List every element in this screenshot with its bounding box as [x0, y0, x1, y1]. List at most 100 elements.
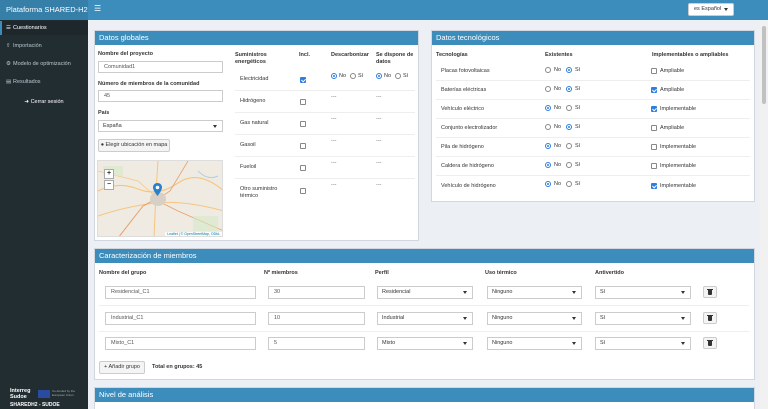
panel-title: Datos tecnológicos	[432, 31, 754, 45]
decarb-no-radio[interactable]	[331, 73, 337, 79]
implementable-checkbox[interactable]	[651, 125, 657, 131]
group-members-input[interactable]: 10	[268, 312, 365, 325]
avail-value: ---	[376, 94, 382, 100]
list-icon: ☰	[6, 25, 11, 31]
thermal-use-select[interactable]: Ninguno	[487, 337, 582, 350]
decarb-value: ---	[331, 138, 337, 144]
trash-icon[interactable]	[703, 337, 717, 349]
antivertido-select[interactable]: Sí	[595, 286, 691, 299]
existing-no-radio[interactable]	[545, 67, 551, 73]
supply-include-checkbox[interactable]	[300, 99, 306, 105]
supply-include-checkbox[interactable]	[300, 77, 306, 83]
group-members-input[interactable]: 30	[268, 286, 365, 299]
choose-map-location-button[interactable]: ● Elegir ubicación en mapa	[98, 139, 170, 152]
decarb-value: ---	[331, 182, 337, 188]
antivertido-select[interactable]: Sí	[595, 312, 691, 325]
profile-select[interactable]: Mixto	[377, 337, 473, 350]
existing-no-radio[interactable]	[545, 86, 551, 92]
tech-name: Conjunto electrolizador	[441, 125, 498, 131]
top-bar	[0, 0, 768, 20]
supply-name: Gasoil	[240, 142, 256, 148]
supplies-header-name: Suministros energéticos	[235, 52, 267, 65]
profile-select[interactable]: Industrial	[377, 312, 473, 325]
implementable-label: Implementable	[660, 144, 697, 150]
country-select[interactable]: España	[98, 120, 223, 132]
radio-label: No	[554, 67, 562, 73]
existing-si-radio[interactable]	[566, 105, 572, 111]
trash-icon[interactable]	[703, 312, 717, 324]
existing-no-radio[interactable]	[545, 181, 551, 187]
thermal-use-select[interactable]: Ninguno	[487, 312, 582, 325]
row-divider	[99, 305, 749, 306]
implementable-checkbox[interactable]	[651, 68, 657, 74]
radio-label: Sí	[575, 105, 581, 111]
chevron-down-icon	[572, 342, 576, 345]
avail-no-radio[interactable]	[376, 73, 382, 79]
existing-no-radio[interactable]	[545, 143, 551, 149]
logout-link[interactable]: ➜ Cerrar sesión	[0, 99, 88, 105]
decarb-value: ---	[331, 94, 337, 100]
profile-select[interactable]: Residencial	[377, 286, 473, 299]
project-name-label: Nombre del proyecto	[98, 51, 154, 57]
existing-no-radio[interactable]	[545, 124, 551, 130]
chevron-down-icon	[724, 8, 728, 11]
sidebar-item-resultados[interactable]: ▤ Resultados	[0, 75, 88, 89]
eu-cofunded-text: Co-funded by the European Union	[52, 389, 76, 397]
thermal-use-value: Ninguno	[492, 315, 513, 321]
sidebar-item-label: Importación	[13, 43, 42, 49]
members-count-input[interactable]: 45	[98, 90, 223, 102]
existing-si-radio[interactable]	[566, 124, 572, 130]
existing-si-radio[interactable]	[566, 181, 572, 187]
supply-include-checkbox[interactable]	[300, 121, 306, 127]
add-group-button[interactable]: + Añadir grupo	[99, 361, 145, 374]
logout-label: Cerrar sesión	[30, 99, 64, 105]
antivertido-select[interactable]: Sí	[595, 337, 691, 350]
supply-name: Fueloil	[240, 164, 257, 170]
zoom-out-button[interactable]: −	[104, 180, 114, 190]
sidebar-logos: Interreg Sudoe Co-funded by the European …	[10, 388, 82, 408]
implementable-checkbox[interactable]	[651, 183, 657, 189]
hamburger-icon[interactable]: ☰	[94, 5, 102, 13]
tech-header-existing: Existentes	[545, 52, 573, 58]
implementable-label: Implementable	[660, 183, 697, 189]
existing-no-radio[interactable]	[545, 162, 551, 168]
project-name-input[interactable]: Comunidad1	[98, 61, 223, 73]
avail-si-radio[interactable]	[395, 73, 401, 79]
implementable-label: Ampliable	[660, 68, 685, 74]
existing-si-radio[interactable]	[566, 143, 572, 149]
scrollbar-thumb[interactable]	[762, 26, 766, 104]
supply-include-checkbox[interactable]	[300, 188, 306, 194]
country-value: España	[103, 123, 122, 129]
group-name-input[interactable]: Industrial_C1	[105, 312, 256, 325]
group-name-input[interactable]: Residencial_C1	[105, 286, 256, 299]
existing-si-radio[interactable]	[566, 86, 572, 92]
map-attribution[interactable]: Leaflet | © OpenStreetMap, ODbL	[165, 232, 222, 236]
header-antivertido: Antivertido	[595, 270, 625, 276]
zoom-in-button[interactable]: +	[104, 169, 114, 179]
location-map[interactable]: + − Leaflet | © OpenStreetMap, ODbL	[97, 160, 223, 237]
existing-no-radio[interactable]	[545, 105, 551, 111]
decarb-si-radio[interactable]	[350, 73, 356, 79]
thermal-use-select[interactable]: Ninguno	[487, 286, 582, 299]
trash-icon[interactable]	[703, 286, 717, 298]
group-name-input[interactable]: Mixto_C1	[105, 337, 256, 350]
implementable-checkbox[interactable]	[651, 144, 657, 150]
tech-name: Caldera de hidrógeno	[441, 163, 494, 169]
total-in-groups: Total en grupos: 45	[152, 364, 203, 370]
existing-si-radio[interactable]	[566, 67, 572, 73]
sidebar-item-importacion[interactable]: ⇧ Importación	[0, 39, 88, 53]
sidebar-item-modelo[interactable]: ⚙ Modelo de optimización	[0, 57, 88, 71]
implementable-checkbox[interactable]	[651, 106, 657, 112]
supply-include-checkbox[interactable]	[300, 165, 306, 171]
supply-include-checkbox[interactable]	[300, 143, 306, 149]
implementable-label: Implementable	[660, 163, 697, 169]
gear-icon: ⚙	[6, 61, 11, 67]
existing-si-radio[interactable]	[566, 162, 572, 168]
language-dropdown[interactable]: es Español	[688, 3, 734, 16]
group-members-input[interactable]: 5	[268, 337, 365, 350]
header-thermal-use: Uso térmico	[485, 270, 517, 276]
sidebar-item-cuestionarios[interactable]: ☰ Cuestionarios	[0, 21, 88, 35]
decarb-value: ---	[331, 160, 337, 166]
implementable-checkbox[interactable]	[651, 87, 657, 93]
implementable-checkbox[interactable]	[651, 163, 657, 169]
